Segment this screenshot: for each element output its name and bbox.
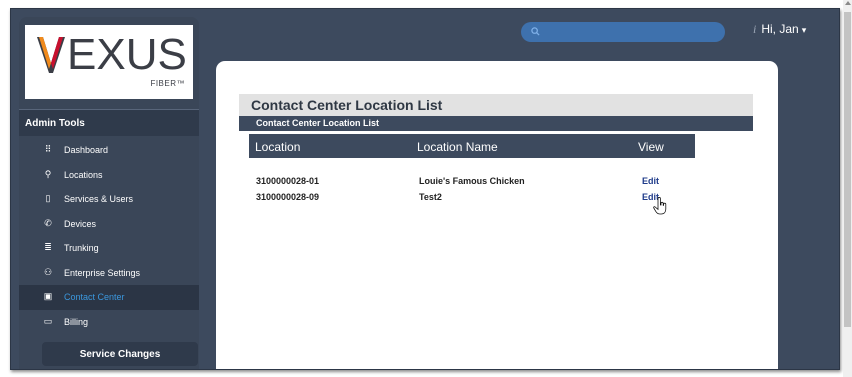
column-header-location: Location — [255, 140, 301, 154]
sidebar-item-trunking[interactable]: ≣ Trunking — [19, 236, 199, 261]
column-header-location-name: Location Name — [417, 140, 498, 154]
table-row: 3100000028-01 Louie's Famous Chicken Edi… — [249, 176, 695, 188]
edit-link[interactable]: Edit — [642, 176, 659, 186]
main-content: Contact Center Location List Contact Cen… — [216, 61, 778, 369]
sitemap-icon: ⚇ — [43, 266, 53, 277]
sidebar-nav: ⠿ Dashboard ⚲ Locations ▯ Services & Use… — [19, 138, 199, 334]
contact-center-icon: ▣ — [43, 291, 53, 301]
grid-icon: ⠿ — [44, 144, 52, 154]
service-changes-button[interactable]: Service Changes — [42, 342, 198, 366]
logo: EXUS FIBER™ — [25, 25, 193, 99]
sidebar-item-services-users[interactable]: ▯ Services & Users — [19, 187, 199, 212]
sidebar-item-label: Trunking — [64, 243, 99, 253]
search-input[interactable] — [521, 22, 725, 42]
logo-subtext: FIBER™ — [150, 79, 185, 88]
sidebar-item-label: Locations — [64, 169, 103, 180]
services-icon: ▯ — [45, 193, 51, 203]
chevron-down-icon: ▾ — [801, 25, 807, 35]
user-greeting: Hi, Jan — [761, 22, 799, 36]
table-row: 3100000028-09 Test2 Edit — [249, 192, 695, 204]
sidebar-item-locations[interactable]: ⚲ Locations — [19, 163, 199, 188]
phone-icon: ✆ — [44, 217, 52, 228]
sidebar-item-label: Services & Users — [64, 194, 134, 204]
credit-card-icon: ▭ — [43, 315, 53, 326]
cell-location-name: Test2 — [419, 192, 442, 202]
sidebar-item-label: Devices — [64, 218, 97, 229]
admin-tools-header: Admin Tools — [19, 109, 199, 136]
map-pin-icon: ⚲ — [44, 168, 52, 179]
sidebar-item-label: Billing — [64, 316, 89, 327]
sidebar-item-label: Contact Center — [64, 292, 125, 302]
vertical-scrollbar[interactable] — [843, 0, 852, 377]
trunking-icon: ≣ — [44, 242, 52, 252]
table-header: Location Location Name View — [249, 134, 695, 158]
sidebar-item-enterprise-settings[interactable]: ⚇ Enterprise Settings — [19, 261, 199, 286]
sidebar-item-label: Enterprise Settings — [64, 267, 141, 278]
logo-v-icon — [37, 37, 65, 73]
page-title: Contact Center Location List — [239, 94, 753, 116]
cell-location-name: Louie's Famous Chicken — [419, 176, 525, 186]
scrollbar-thumb[interactable] — [844, 12, 851, 327]
sidebar-item-billing[interactable]: ▭ Billing — [19, 310, 199, 335]
sidebar-item-label: Dashboard — [64, 145, 109, 155]
info-icon: i — [753, 22, 757, 36]
user-menu[interactable]: i Hi, Jan ▾ — [753, 22, 806, 37]
column-header-view: View — [638, 140, 664, 154]
search-icon — [531, 27, 540, 36]
sidebar: EXUS FIBER™ Admin Tools ⠿ Dashboard ⚲ Lo… — [19, 17, 199, 369]
section-subtitle: Contact Center Location List — [239, 116, 753, 131]
logo-text: EXUS — [67, 30, 187, 79]
sidebar-item-dashboard[interactable]: ⠿ Dashboard — [19, 138, 199, 163]
scroll-up-icon[interactable] — [845, 1, 851, 5]
sidebar-item-contact-center[interactable]: ▣ Contact Center — [19, 285, 199, 310]
hand-cursor-icon — [653, 197, 667, 215]
cell-location: 3100000028-09 — [256, 192, 320, 202]
cell-location: 3100000028-01 — [256, 176, 320, 186]
app-window: i Hi, Jan ▾ EXUS FIBER™ Admin Tools ⠿ Dash… — [10, 8, 840, 370]
sidebar-item-devices[interactable]: ✆ Devices — [19, 212, 199, 237]
